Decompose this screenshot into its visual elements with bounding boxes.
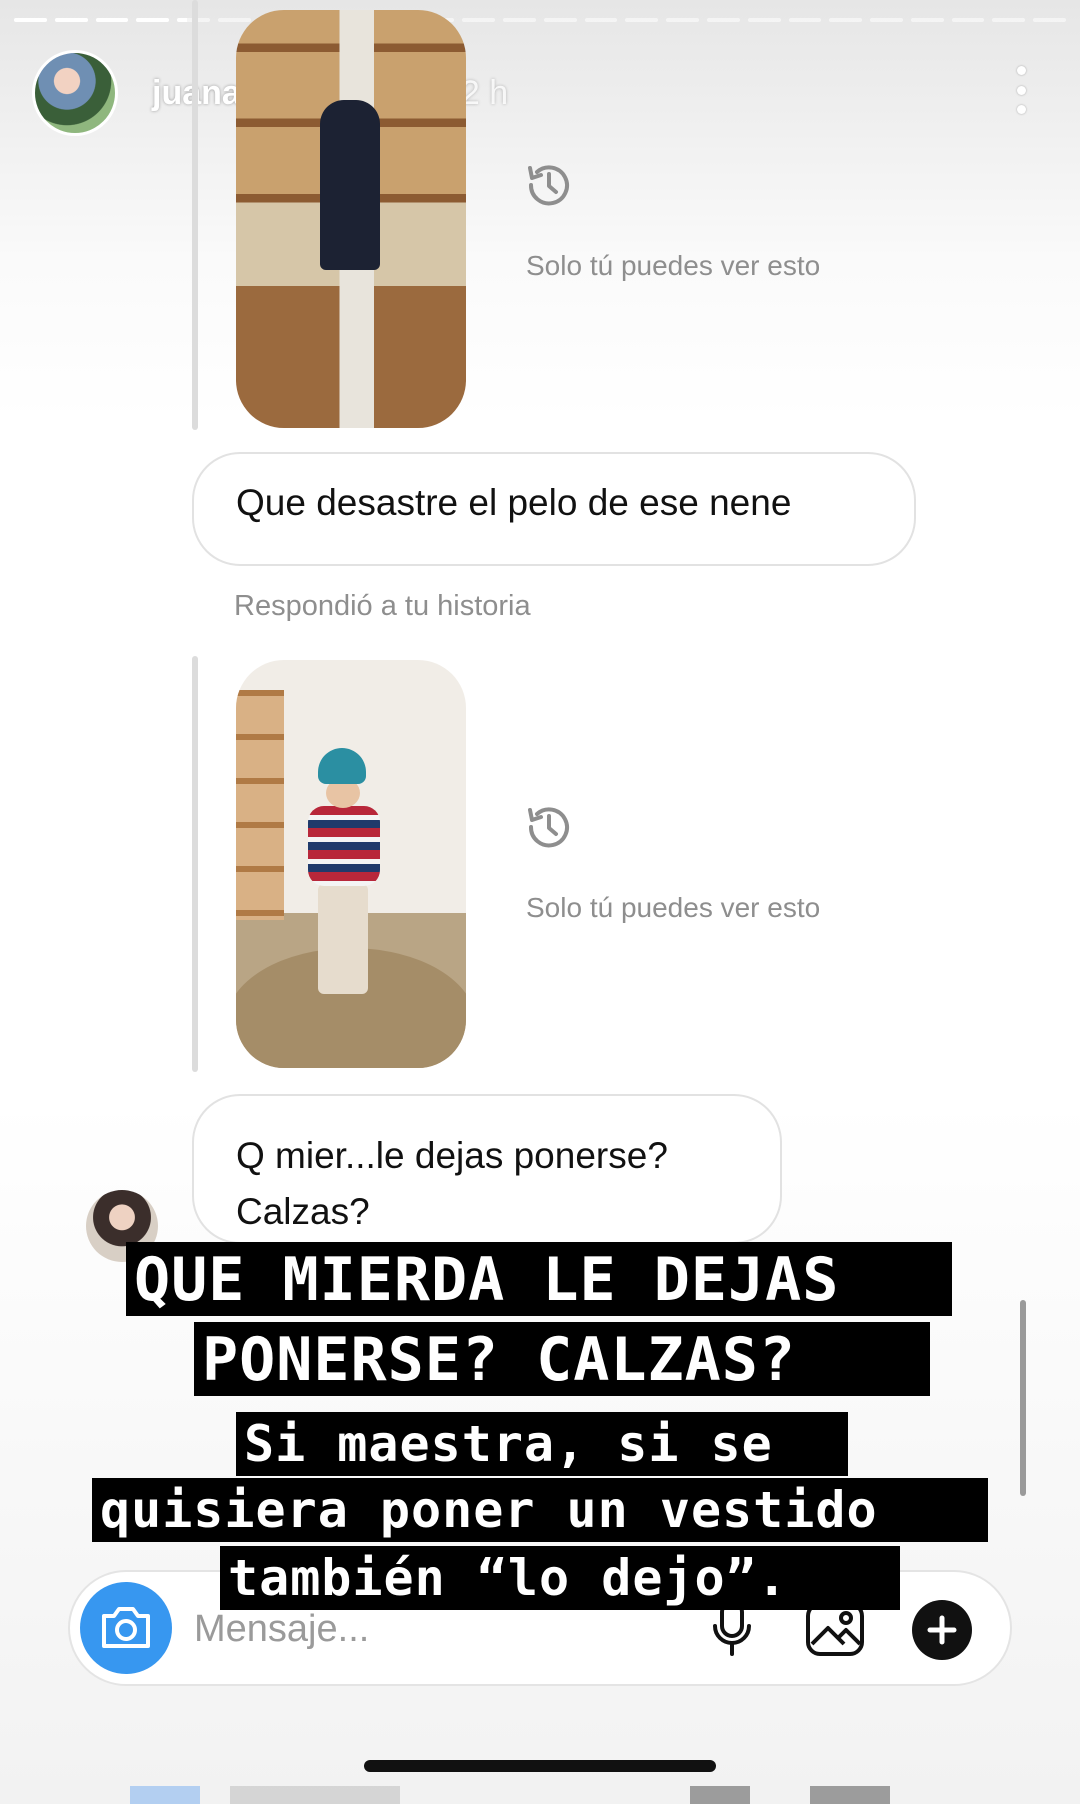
- profile-avatar[interactable]: [32, 50, 118, 136]
- message-line: Q mier...le dejas ponerse?: [236, 1135, 668, 1176]
- story-progress-fill: [14, 18, 47, 22]
- story-progress-segment: [503, 18, 536, 22]
- story-progress-segment: [747, 18, 781, 22]
- story-progress-segment: [462, 18, 496, 22]
- story-photo-legs: [318, 884, 368, 994]
- caption-line-4: quisiera poner un vestido: [92, 1478, 988, 1542]
- message-line: Calzas?: [236, 1191, 370, 1232]
- story-progress-segment: [95, 18, 129, 22]
- caption-line-5: también “lo dejo”.: [220, 1546, 900, 1610]
- story-photo-shelf: [236, 690, 284, 920]
- story-progress-segment: [1033, 18, 1066, 22]
- story-progress-segment: [870, 18, 903, 22]
- plus-icon: [927, 1615, 957, 1645]
- story-photo-subject: [320, 100, 380, 270]
- only-you-notice: Solo tú puedes ver esto: [526, 250, 821, 281]
- story-progress-segment: [829, 18, 863, 22]
- message-bubble[interactable]: Q mier...le dejas ponerse? Calzas?: [192, 1094, 782, 1244]
- story-progress-segment: [136, 18, 170, 22]
- story-progress-bars: [14, 18, 1066, 24]
- story-progress-segment: [707, 18, 740, 22]
- story-progress-fill: [136, 18, 170, 22]
- story-progress-segment: [14, 18, 47, 22]
- story-progress-segment: [666, 18, 700, 22]
- camera-button[interactable]: [80, 1582, 172, 1674]
- story-photo-hat: [318, 748, 366, 784]
- story-progress-fill: [177, 18, 187, 22]
- shared-story-thumbnail[interactable]: [236, 10, 466, 428]
- scrollbar[interactable]: [1020, 1300, 1026, 1496]
- home-indicator[interactable]: [364, 1760, 716, 1772]
- replied-to-story-label: Respondió a tu historia: [234, 590, 531, 622]
- caption-line-3: Si maestra, si se: [236, 1412, 848, 1476]
- background-composer-ghost: [130, 1786, 950, 1804]
- caption-line-1: QUE MIERDA LE DEJAS: [126, 1242, 952, 1316]
- message-bubble[interactable]: Que desastre el pelo de ese nene: [192, 452, 916, 566]
- shared-story-thumbnail[interactable]: [236, 660, 466, 1068]
- story-header: juanarepettook 22 h: [32, 48, 1048, 140]
- camera-icon: [102, 1607, 150, 1648]
- caption-line-2: PONERSE? CALZAS?: [194, 1322, 930, 1396]
- reply-thread-line: [192, 656, 198, 1072]
- story-progress-segment: [910, 18, 944, 22]
- message-input[interactable]: Mensaje...: [194, 1608, 369, 1651]
- only-you-notice: Solo tú puedes ver esto: [526, 892, 821, 923]
- more-options-icon[interactable]: [1014, 66, 1028, 114]
- story-progress-fill: [54, 18, 88, 22]
- story-progress-segment: [992, 18, 1026, 22]
- story-screen: juanarepettook 22 h Solo tú puedes ver e…: [0, 0, 1080, 1804]
- story-progress-segment: [625, 18, 659, 22]
- story-progress-fill: [95, 18, 129, 22]
- history-clock-icon: [528, 807, 569, 848]
- story-progress-segment: [951, 18, 985, 22]
- story-progress-segment: [217, 18, 251, 22]
- history-clock-icon: [528, 165, 569, 206]
- story-photo-sweater: [308, 806, 380, 886]
- reply-thread-line: [192, 0, 198, 430]
- plus-button[interactable]: [912, 1600, 972, 1660]
- story-progress-segment: [54, 18, 88, 22]
- story-progress-segment: [584, 18, 618, 22]
- story-progress-segment: [543, 18, 577, 22]
- story-progress-segment: [788, 18, 822, 22]
